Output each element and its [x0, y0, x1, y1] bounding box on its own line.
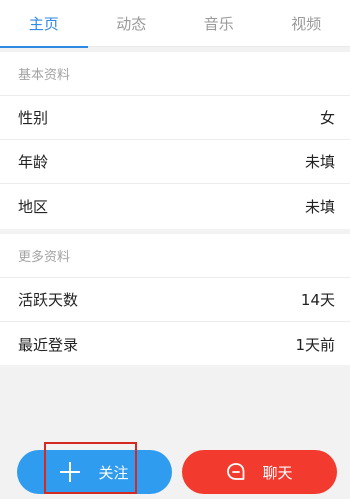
more-info-section: 更多资料 活跃天数 14天 最近登录 1天前: [0, 234, 350, 365]
profile-page: 主页 动态 音乐 视频 基本资料 性别 女 年龄 未填 地区 未填 更多资料 活…: [0, 0, 350, 499]
chat-bubble-icon: [226, 462, 246, 482]
more-info-header: 更多资料: [0, 234, 350, 278]
tab-home[interactable]: 主页: [0, 0, 88, 48]
info-row-age: 年龄 未填: [0, 140, 350, 184]
info-label: 最近登录: [18, 335, 79, 354]
chat-button[interactable]: 聊天: [182, 450, 337, 494]
tab-activity[interactable]: 动态: [88, 0, 176, 47]
info-value: 未填: [304, 153, 335, 171]
info-row-last-login: 最近登录 1天前: [0, 322, 350, 366]
info-value: 14天: [300, 291, 335, 309]
info-value: 1天前: [295, 335, 335, 354]
basic-info-section: 基本资料 性别 女 年龄 未填 地区 未填: [0, 52, 350, 229]
info-label: 年龄: [18, 153, 49, 171]
follow-label: 关注: [98, 463, 129, 482]
info-row-active-days: 活跃天数 14天: [0, 278, 350, 322]
plus-icon: [60, 462, 81, 482]
info-label: 地区: [18, 197, 49, 216]
info-value: 未填: [304, 197, 335, 216]
info-row-gender: 性别 女: [0, 96, 350, 140]
info-row-region: 地区 未填: [0, 184, 350, 228]
basic-info-header: 基本资料: [0, 52, 350, 96]
info-label: 活跃天数: [18, 291, 79, 309]
chat-label: 聊天: [262, 463, 293, 482]
info-label: 性别: [18, 109, 49, 127]
tab-music[interactable]: 音乐: [175, 0, 263, 47]
tab-bar: 主页 动态 音乐 视频: [0, 0, 350, 48]
info-value: 女: [319, 109, 335, 127]
follow-button[interactable]: 关注: [17, 450, 172, 494]
tab-video[interactable]: 视频: [263, 0, 350, 47]
